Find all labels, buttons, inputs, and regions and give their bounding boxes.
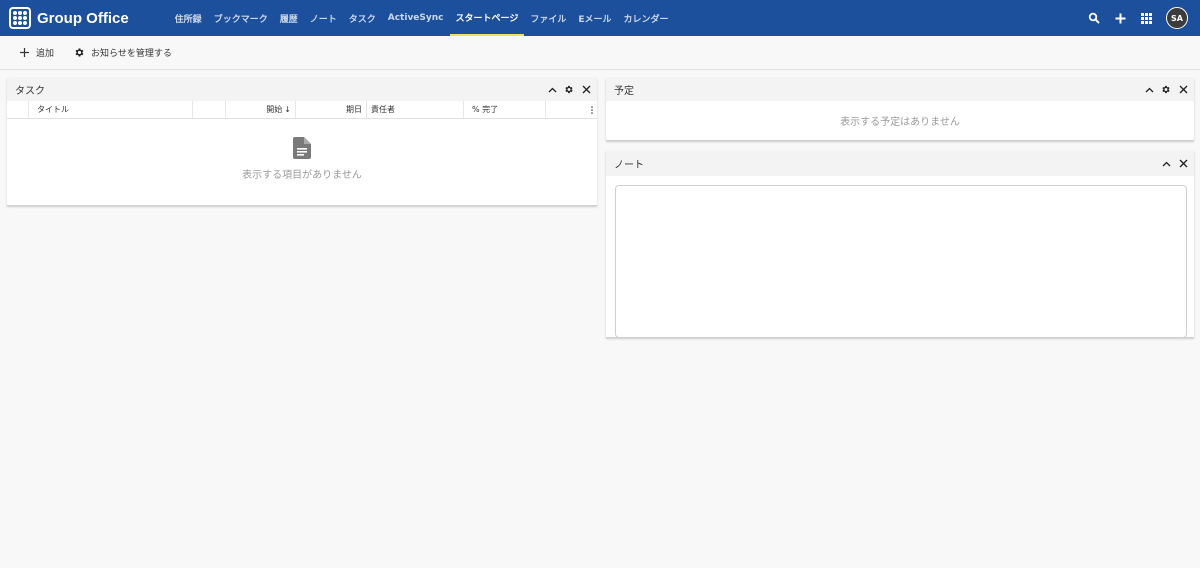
notes-panel-header: ノート [606,151,1194,176]
notes-panel-title: ノート [614,160,644,171]
nav-item-calendar[interactable]: カレンダー [618,0,675,36]
tasks-empty-state: 表示する項目がありません [7,119,597,181]
app-grid-logo-icon [9,7,31,29]
nav-item-startpage[interactable]: スタートページ [449,0,525,36]
manage-notices-label: お知らせを管理する [91,49,172,59]
close-icon[interactable] [1178,159,1188,169]
tasks-empty-text: 表示する項目がありません [242,170,362,181]
nav-item-files[interactable]: ファイル [524,0,572,36]
close-icon[interactable] [581,85,591,95]
tasks-panel-header: タスク [7,78,597,101]
column-header-title[interactable]: タイトル [29,100,193,119]
schedule-panel: 予定 表示する予定はありません [606,78,1194,141]
header-actions: SA [1088,0,1188,36]
manage-notices-button[interactable]: お知らせを管理する [74,46,172,59]
column-header-responsible[interactable]: 責任者 [367,100,464,119]
collapse-chevron-icon[interactable] [547,85,557,95]
toolbar: 追加 お知らせを管理する [0,36,1200,70]
column-header-blank[interactable] [193,100,226,119]
gear-icon[interactable] [564,85,574,95]
column-header-start-label: 開始 [266,105,283,114]
nav-item-activesync[interactable]: ActiveSync [382,0,450,36]
column-header-percent-complete[interactable]: % 完了 [464,100,546,119]
tasks-panel-title: タスク [15,86,45,97]
gear-icon [74,47,85,58]
note-textarea[interactable] [615,185,1187,338]
nav-item-tasks[interactable]: タスク [343,0,382,36]
collapse-chevron-icon[interactable] [1144,85,1154,95]
column-header-start[interactable]: 開始 ↓ [226,100,296,119]
notes-panel: ノート [606,151,1194,338]
tasks-grid-header: タイトル 開始 ↓ 期日 責任者 % 完了 [7,100,597,119]
column-header-due[interactable]: 期日 [296,100,367,119]
close-icon[interactable] [1178,85,1188,95]
apps-grid-icon[interactable] [1140,12,1152,24]
user-avatar[interactable]: SA [1166,7,1188,29]
nav-item-notes[interactable]: ノート [304,0,343,36]
nav-item-addressbook[interactable]: 住所録 [169,0,208,36]
schedule-panel-title: 予定 [614,86,634,97]
search-icon[interactable] [1088,12,1100,24]
collapse-chevron-icon[interactable] [1161,159,1171,169]
column-header-checkbox[interactable] [7,100,29,119]
add-button-label: 追加 [36,49,55,59]
app-title: Group Office [37,9,129,27]
app-logo[interactable]: Group Office [9,0,129,36]
schedule-panel-header: 予定 [606,78,1194,101]
tasks-panel: タスク タイトル 開始 ↓ 期日 責任者 % 完了 表示する項目がありません [7,78,597,206]
nav-item-email[interactable]: Eメール [572,0,617,36]
plus-icon[interactable] [1114,12,1126,24]
column-menu-icon[interactable] [546,101,597,119]
plus-icon [19,47,30,58]
schedule-empty-text: 表示する予定はありません [840,117,960,128]
module-nav: 住所録 ブックマーク 履歴 ノート タスク ActiveSync スタートページ… [169,0,675,36]
nav-item-history[interactable]: 履歴 [274,0,304,36]
add-button[interactable]: 追加 [19,46,54,59]
gear-icon[interactable] [1161,85,1171,95]
sort-arrow-down-icon: ↓ [284,105,291,114]
nav-item-bookmarks[interactable]: ブックマーク [208,0,274,36]
top-navigation-bar: Group Office 住所録 ブックマーク 履歴 ノート タスク Activ… [0,0,1200,36]
document-icon [293,137,311,159]
